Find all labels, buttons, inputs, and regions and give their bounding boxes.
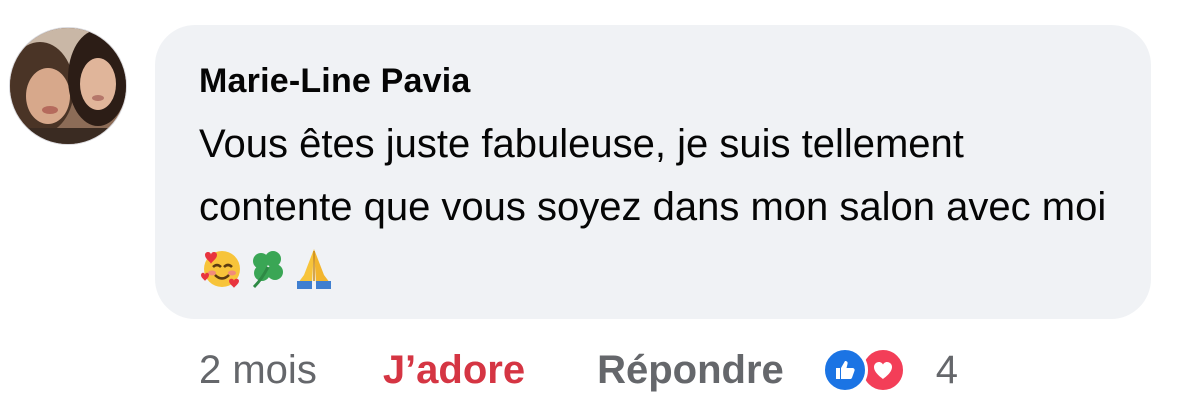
folded-hands-icon (291, 245, 337, 291)
reply-button[interactable]: Répondre (597, 348, 784, 393)
comment-text: Vous êtes juste fabuleuse, je suis telle… (199, 122, 1107, 229)
comment-bubble: Marie-Line Pavia Vous êtes juste fabuleu… (155, 25, 1151, 319)
comment-author[interactable]: Marie-Line Pavia (199, 61, 1111, 101)
comment-container: Marie-Line Pavia Vous êtes juste fabuleu… (0, 0, 1182, 418)
comment-timestamp[interactable]: 2 mois (199, 348, 317, 393)
smiling-face-with-hearts-icon (199, 245, 245, 291)
shamrock-icon (245, 245, 291, 291)
reaction-count: 4 (935, 347, 959, 392)
love-reaction-button[interactable]: J’adore (383, 348, 525, 393)
comment-actions: 2 mois J’adore Répondre 4 (199, 340, 958, 400)
like-icon (821, 347, 868, 393)
reaction-summary[interactable]: 4 (821, 347, 959, 393)
avatar[interactable] (9, 27, 127, 145)
comment-text-block: Vous êtes juste fabuleuse, je suis telle… (199, 113, 1119, 302)
